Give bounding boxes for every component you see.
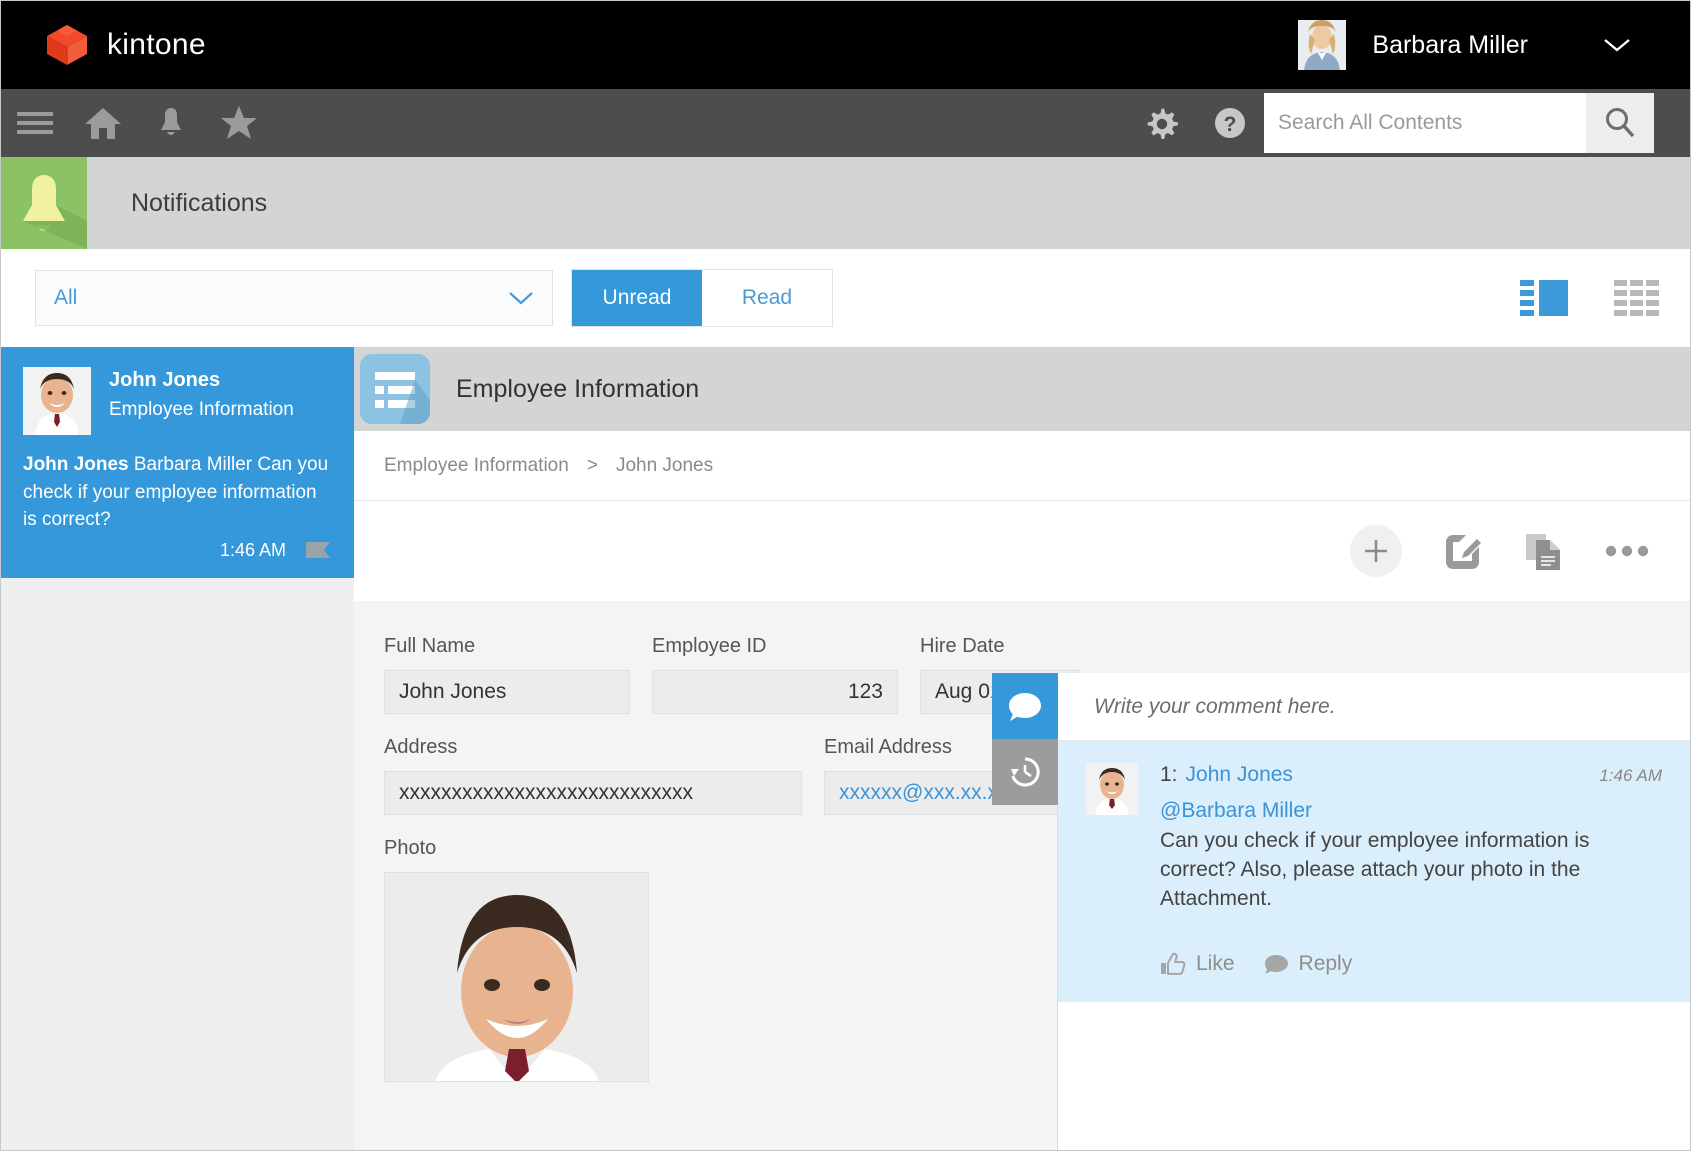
bell-icon xyxy=(1,157,87,249)
comment-panel-tabs xyxy=(992,673,1058,805)
comment-panel: Write your comment here. xyxy=(1057,673,1690,1151)
chevron-down-icon[interactable] xyxy=(1602,36,1632,54)
tab-read[interactable]: Read xyxy=(702,270,832,326)
field-value[interactable]: John Jones xyxy=(384,670,630,714)
comment-author[interactable]: John Jones xyxy=(1186,763,1293,787)
home-icon[interactable] xyxy=(69,89,137,157)
filter-selected-label: All xyxy=(54,286,77,310)
notifications-header: Notifications xyxy=(1,157,1690,249)
breadcrumb: Employee Information > John Jones xyxy=(354,431,1690,501)
brand-name-label: kintone xyxy=(107,28,206,62)
list-item[interactable]: John Jones Employee Information John Jon… xyxy=(1,347,354,578)
comment-text: Can you check if your employee informati… xyxy=(1160,827,1662,914)
list-view-icon[interactable] xyxy=(1520,278,1568,318)
tab-unread[interactable]: Unread xyxy=(572,270,702,326)
like-button[interactable]: Like xyxy=(1160,952,1235,976)
user-avatar xyxy=(1298,20,1346,70)
bell-icon[interactable] xyxy=(137,89,205,157)
field-address: Address xxxxxxxxxxxxxxxxxxxxxxxxxxxx xyxy=(384,736,802,815)
field-label: Hire Date xyxy=(920,635,1080,658)
user-name-label: Barbara Miller xyxy=(1372,31,1528,60)
svg-text:?: ? xyxy=(1224,113,1237,136)
photo-attachment[interactable] xyxy=(384,872,649,1082)
field-employee-id: Employee ID 123 xyxy=(652,635,898,714)
notification-message: John Jones Barbara Miller Can you check … xyxy=(23,451,332,534)
search-input[interactable] xyxy=(1264,93,1586,153)
avatar xyxy=(1086,763,1138,815)
kintone-app-window: kintone Barbara Miller xyxy=(0,0,1691,1151)
notification-user: John Jones xyxy=(109,367,294,393)
breadcrumb-separator: > xyxy=(587,455,598,477)
notification-filter-select[interactable]: All xyxy=(35,270,553,326)
hamburger-menu-icon[interactable] xyxy=(1,89,69,157)
page-title: Notifications xyxy=(131,189,267,218)
comment-time: 1:46 AM xyxy=(1599,766,1662,786)
notifications-filter-bar: All Unread Read xyxy=(1,249,1690,347)
chevron-down-icon xyxy=(508,290,534,306)
list-app-icon xyxy=(360,354,430,424)
reply-button[interactable]: Reply xyxy=(1263,952,1353,976)
comment-item: 1: John Jones 1:46 AM @Barbara Miller Ca… xyxy=(1058,741,1690,1002)
notification-time: 1:46 AM xyxy=(220,540,286,561)
notification-message-author: John Jones xyxy=(23,454,129,475)
search-button[interactable] xyxy=(1586,93,1654,153)
pencil-edit-icon[interactable] xyxy=(1442,530,1484,572)
kintone-cube-logo-icon xyxy=(43,23,91,67)
gear-icon[interactable] xyxy=(1128,89,1196,157)
grid-view-icon[interactable] xyxy=(1614,280,1660,316)
brand-logo-group[interactable]: kintone xyxy=(43,23,206,67)
record-app-title: Employee Information xyxy=(456,375,699,404)
notification-list: John Jones Employee Information John Jon… xyxy=(1,347,354,1151)
avatar xyxy=(23,367,91,435)
navbar-right-spacer xyxy=(1654,89,1690,157)
record-toolbar xyxy=(354,501,1690,601)
top-header-bar: kintone Barbara Miller xyxy=(1,1,1690,89)
flag-icon[interactable] xyxy=(304,540,332,562)
user-menu[interactable]: Barbara Miller xyxy=(1298,1,1690,89)
main-body: John Jones Employee Information John Jon… xyxy=(1,347,1690,1151)
field-label: Employee ID xyxy=(652,635,898,658)
comment-number: 1: xyxy=(1160,763,1178,787)
search-box[interactable] xyxy=(1264,93,1586,153)
field-value[interactable]: 123 xyxy=(652,670,898,714)
question-help-icon[interactable]: ? xyxy=(1196,89,1264,157)
comment-mention[interactable]: @Barbara Miller xyxy=(1160,799,1662,823)
field-value[interactable]: xxxxxxxxxxxxxxxxxxxxxxxxxxxx xyxy=(384,771,802,815)
comment-input[interactable]: Write your comment here. xyxy=(1058,673,1690,741)
reply-label: Reply xyxy=(1299,952,1353,976)
reply-bubble-icon xyxy=(1263,953,1289,975)
ellipsis-icon[interactable] xyxy=(1604,543,1650,559)
thumbs-up-icon xyxy=(1160,952,1186,976)
comments-tab[interactable] xyxy=(992,673,1058,739)
field-label: Address xyxy=(384,736,802,759)
breadcrumb-root[interactable]: Employee Information xyxy=(384,455,569,477)
field-full-name: Full Name John Jones xyxy=(384,635,630,714)
plus-icon[interactable] xyxy=(1350,525,1402,577)
record-app-header: Employee Information xyxy=(354,347,1690,431)
copy-document-icon[interactable] xyxy=(1524,530,1564,572)
like-label: Like xyxy=(1196,952,1235,976)
read-state-tabs: Unread Read xyxy=(571,269,833,327)
notification-app: Employee Information xyxy=(109,397,294,424)
view-toggle-group xyxy=(1520,278,1660,318)
global-nav-bar: ? xyxy=(1,89,1690,157)
field-label: Full Name xyxy=(384,635,630,658)
star-icon[interactable] xyxy=(205,89,273,157)
breadcrumb-current: John Jones xyxy=(616,455,713,477)
record-detail-pane: Employee Information Employee Informatio… xyxy=(354,347,1690,1151)
history-tab[interactable] xyxy=(992,739,1058,805)
